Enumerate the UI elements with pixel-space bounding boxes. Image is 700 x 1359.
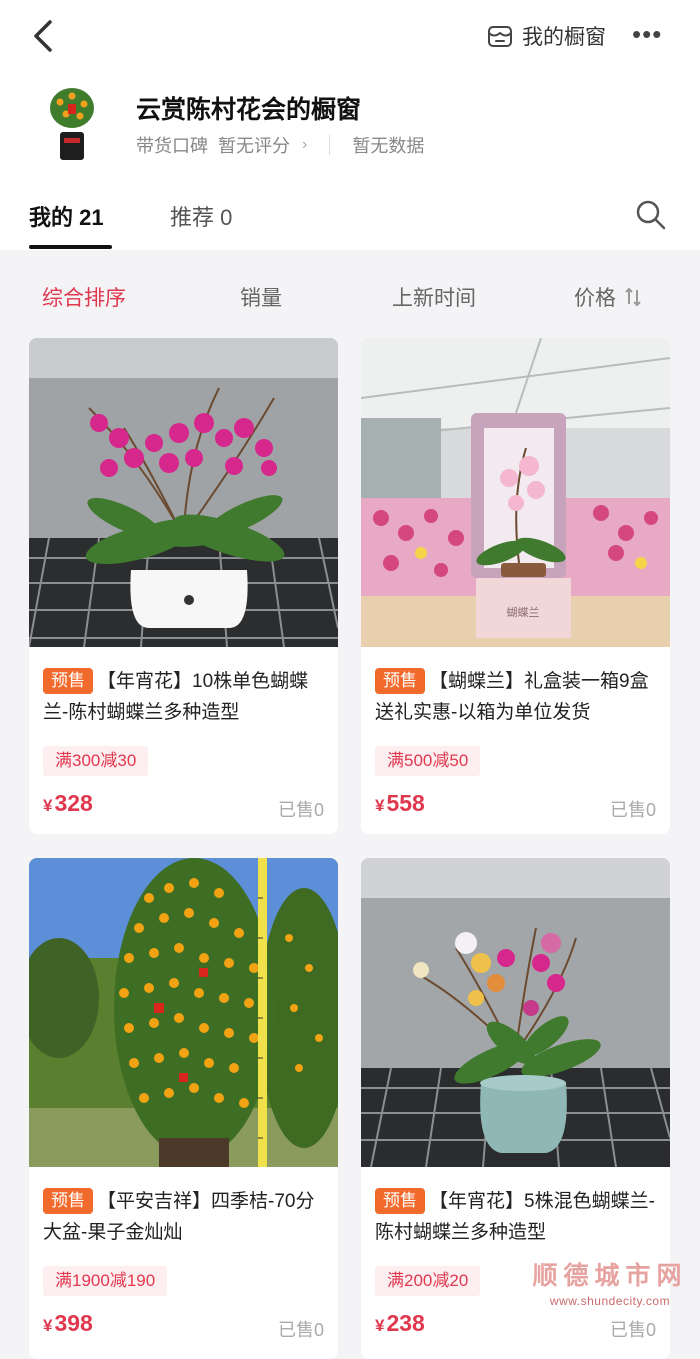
price: ¥238 [375, 1310, 425, 1337]
sold-count: 已售0 [609, 1320, 656, 1340]
sort-comprehensive[interactable]: 综合排序 [42, 282, 126, 312]
price-value: 558 [386, 790, 425, 816]
reputation-value[interactable]: 暂无评分 [218, 132, 290, 158]
chevron-right-icon[interactable]: › [302, 136, 307, 154]
sort-arrows-icon [625, 287, 641, 307]
product-title[interactable]: 预售 【蝴蝶兰】礼盒装一箱9盒送礼实惠-以箱为单位发货 [375, 666, 661, 728]
sort-price-label: 价格 [574, 287, 616, 310]
coupon-tag: 满1900减190 [43, 1266, 168, 1296]
site-watermark: 顺德城市网 www.shundecity.com [530, 1256, 690, 1308]
product-card[interactable]: 蝴蝶兰 预售 【蝴蝶兰】礼盒装一箱9盒送礼实惠-以箱为单位发货 满500减50 ¥… [361, 338, 670, 834]
product-title[interactable]: 预售 【年宵花】5株混色蝴蝶兰-陈村蝴蝶兰多种造型 [375, 1186, 661, 1248]
shop-rating-row: 带货口碑 暂无评分 › 暂无数据 [136, 132, 424, 158]
presale-badge: 预售 [43, 1188, 93, 1214]
price: ¥398 [43, 1310, 93, 1337]
product-card[interactable]: 预售 【平安吉祥】四季桔-70分大盆-果子金灿灿 满1900减190 ¥398 已… [29, 858, 338, 1359]
sort-sales[interactable]: 销量 [240, 282, 282, 312]
storefront-icon [488, 26, 512, 47]
header: 我的橱窗 ••• 云赏陈村花会的橱窗 带货口碑 暂无评分 › 暂无数据 我的 2… [0, 0, 700, 250]
tab-mine[interactable]: 我的 21 [29, 200, 104, 232]
watermark-name: 顺德城市网 [532, 1262, 688, 1290]
back-arrow-icon[interactable] [26, 14, 62, 58]
sold-count: 已售0 [277, 800, 324, 820]
currency-symbol: ¥ [375, 1316, 385, 1335]
sold-count: 已售0 [277, 1320, 324, 1340]
sort-newest[interactable]: 上新时间 [392, 282, 476, 312]
currency-symbol: ¥ [375, 796, 385, 815]
coupon-tag: 满500减50 [375, 746, 481, 776]
price: ¥328 [43, 790, 93, 817]
box-label: 蝴蝶兰 [507, 605, 540, 619]
my-window-link[interactable]: 我的橱窗 [486, 18, 606, 54]
presale-badge: 预售 [375, 668, 425, 694]
divider [329, 135, 331, 155]
active-tab-indicator [29, 245, 112, 249]
product-image[interactable] [29, 858, 338, 1167]
shop-avatar[interactable] [40, 84, 104, 166]
sort-bar: 综合排序 销量 上新时间 价格 [0, 262, 700, 326]
tab-bar: 我的 21 推荐 0 [0, 190, 700, 250]
presale-badge: 预售 [375, 1188, 425, 1214]
price-value: 238 [386, 1310, 425, 1336]
product-image[interactable]: 蝴蝶兰 [361, 338, 670, 647]
sort-price[interactable]: 价格 [574, 282, 642, 312]
search-icon[interactable] [634, 198, 668, 232]
product-image[interactable] [29, 338, 338, 647]
currency-symbol: ¥ [43, 796, 53, 815]
coupon-tag: 满200减20 [375, 1266, 481, 1296]
shop-name: 云赏陈村花会的橱窗 [136, 96, 362, 124]
product-title[interactable]: 预售 【平安吉祥】四季桔-70分大盆-果子金灿灿 [43, 1186, 329, 1248]
product-card[interactable]: 预售 【年宵花】10株单色蝴蝶兰-陈村蝴蝶兰多种造型 满300减30 ¥328 已… [29, 338, 338, 834]
more-options-icon[interactable]: ••• [632, 16, 672, 52]
reputation-label: 带货口碑 [136, 136, 208, 156]
sold-count: 已售0 [609, 800, 656, 820]
price: ¥558 [375, 790, 425, 817]
coupon-tag: 满300减30 [43, 746, 149, 776]
shop-data-value: 暂无数据 [352, 136, 425, 156]
watermark-url: www.shundecity.com [549, 1294, 671, 1308]
presale-badge: 预售 [43, 668, 93, 694]
my-window-label: 我的橱窗 [522, 26, 606, 49]
price-value: 328 [54, 790, 93, 816]
tab-recommended[interactable]: 推荐 0 [170, 200, 232, 232]
product-title[interactable]: 预售 【年宵花】10株单色蝴蝶兰-陈村蝴蝶兰多种造型 [43, 666, 329, 728]
product-image[interactable] [361, 858, 670, 1167]
price-value: 398 [54, 1310, 93, 1336]
currency-symbol: ¥ [43, 1316, 53, 1335]
